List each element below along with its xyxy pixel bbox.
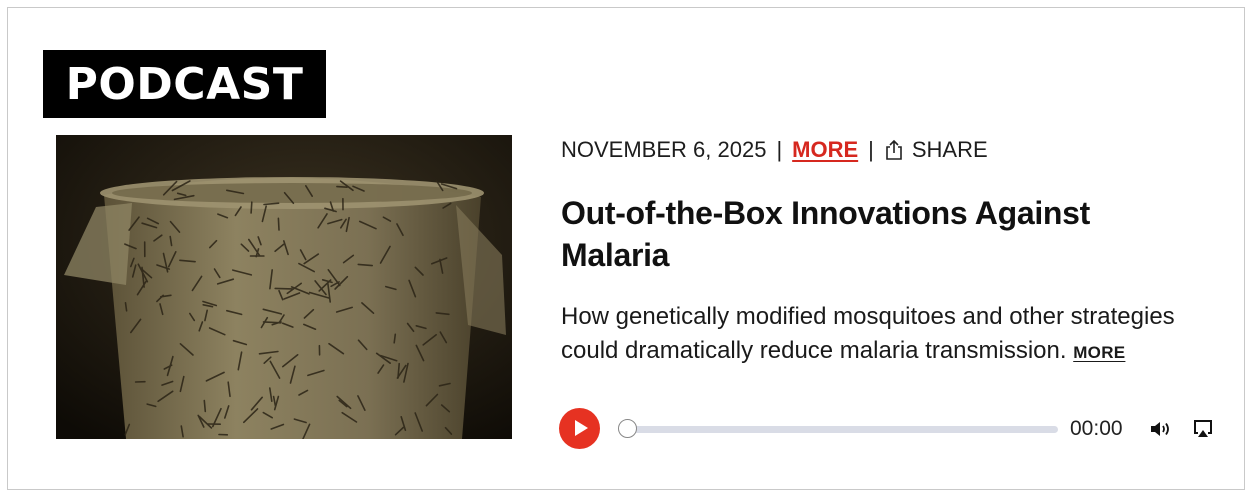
play-button[interactable] (559, 408, 600, 449)
more-link[interactable]: MORE (792, 137, 858, 163)
airplay-icon[interactable] (1192, 418, 1214, 440)
audio-player: 00:00 (559, 408, 1219, 450)
share-icon (886, 139, 902, 160)
time-display: 00:00 (1070, 417, 1123, 440)
episode-date: NOVEMBER 6, 2025 (561, 137, 767, 162)
description-more-link[interactable]: MORE (1073, 343, 1125, 362)
progress-knob[interactable] (617, 419, 637, 438)
share-label: SHARE (911, 137, 988, 162)
progress-track[interactable] (625, 426, 1058, 433)
meta-separator: | (776, 137, 783, 162)
episode-image[interactable] (56, 135, 512, 439)
episode-title[interactable]: Out-of-the-Box Innovations Against Malar… (561, 192, 1201, 276)
episode-description: How genetically modified mosquitoes and … (561, 300, 1231, 370)
podcast-badge: PODCAST (43, 50, 326, 118)
episode-meta: NOVEMBER 6, 2025 | MORE | SHARE (561, 134, 988, 166)
volume-icon[interactable] (1149, 419, 1171, 439)
meta-separator: | (868, 137, 874, 162)
share-button[interactable]: SHARE (884, 137, 988, 163)
